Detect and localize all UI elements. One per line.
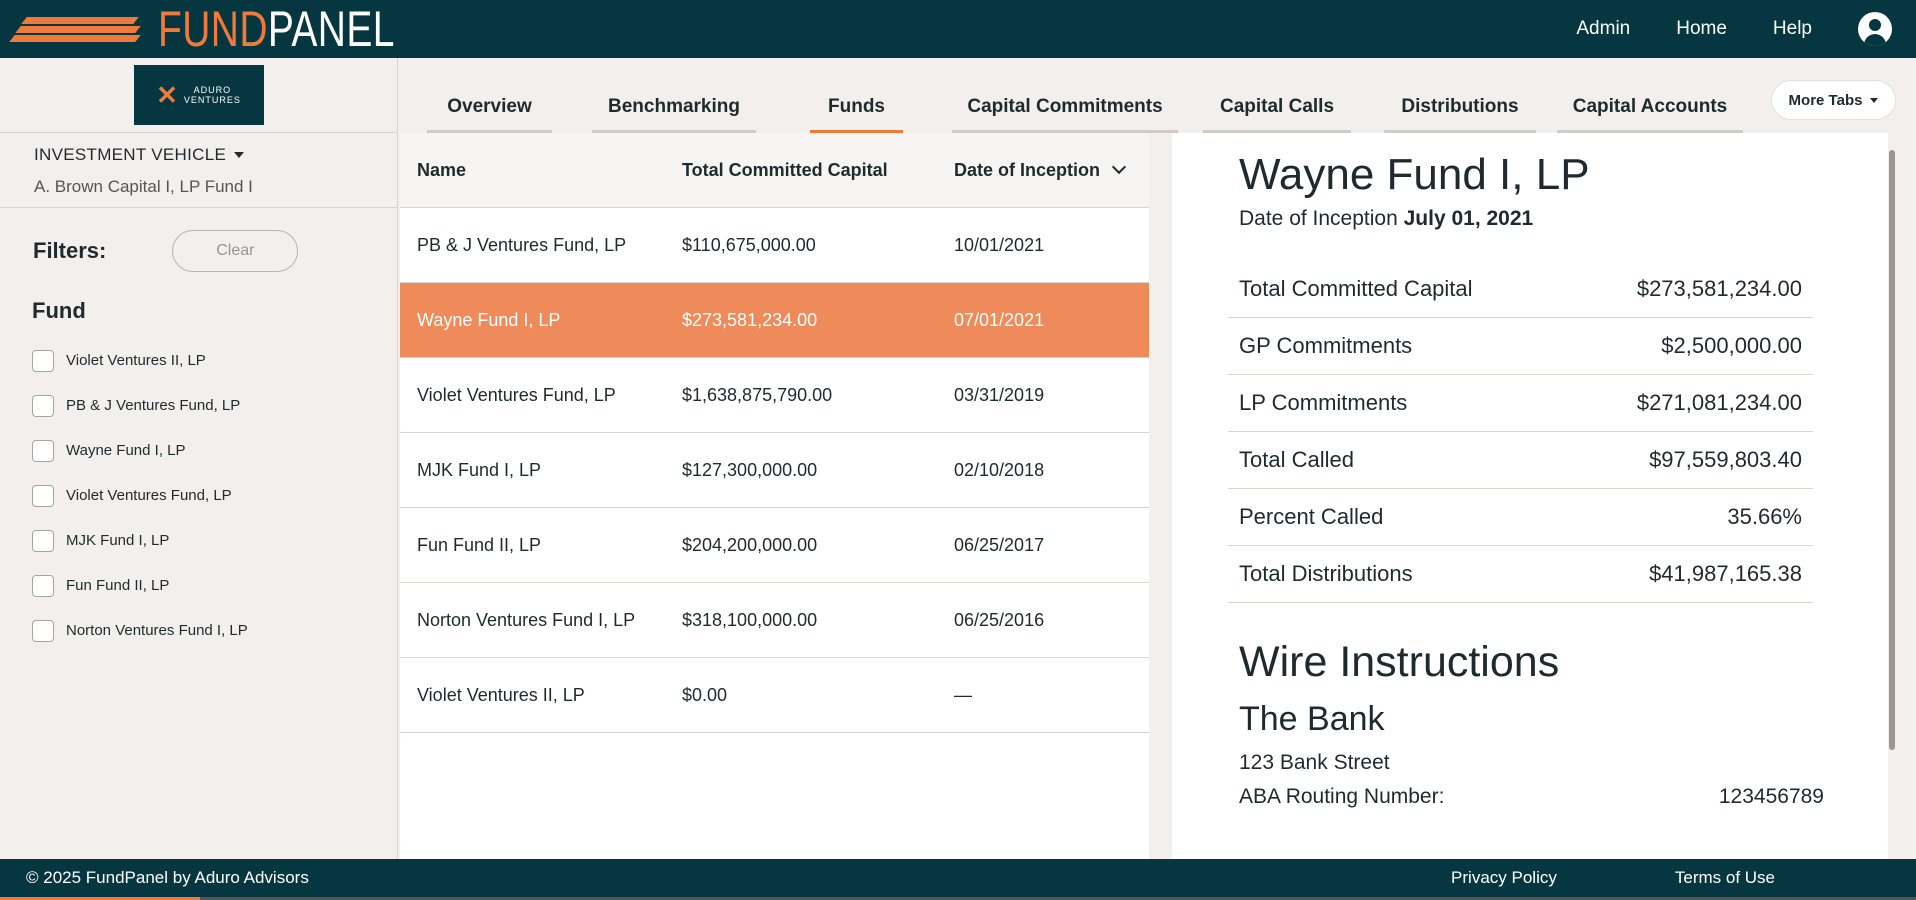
filters-row: Filters: Clear	[0, 208, 397, 272]
fund-filter-item[interactable]: MJK Fund I, LP	[32, 518, 397, 563]
fund-metrics: Total Committed Capital $273,581,234.00 G…	[1228, 261, 1813, 603]
fund-filter-checkbox[interactable]	[32, 484, 54, 507]
fund-filter-checkbox[interactable]	[32, 394, 54, 417]
nav-home-link[interactable]: Home	[1676, 18, 1727, 40]
details-scrollbar-thumb[interactable]	[1889, 150, 1895, 750]
fund-filter-item[interactable]: PB & J Ventures Fund, LP	[32, 383, 397, 428]
sidebar: ✕ ADURO VENTURES INVESTMENT VEHICLE A. Br…	[0, 58, 398, 859]
wire-instructions-heading: Wire Instructions	[1239, 638, 1560, 686]
fund-filter-heading: Fund	[32, 298, 86, 323]
fund-filter-item[interactable]: Wayne Fund I, LP	[32, 428, 397, 473]
fund-filter-list: Violet Ventures II, LP PB & J Ventures F…	[0, 324, 397, 653]
bank-name: The Bank	[1239, 700, 1385, 738]
client-logo: ✕ ADURO VENTURES	[133, 65, 264, 125]
inception-line: Date of Inception July 01, 2021	[1239, 207, 1534, 230]
table-row[interactable]: PB & J Ventures Fund, LP $110,675,000.00…	[400, 208, 1149, 283]
more-tabs-button[interactable]: More Tabs	[1771, 80, 1896, 120]
fundpanel-logo[interactable]: FUNDPANEL	[0, 0, 462, 58]
user-circle-icon[interactable]	[1858, 12, 1892, 46]
table-header: Name Total Committed Capital Date of Inc…	[400, 133, 1149, 208]
investment-vehicle-value: A. Brown Capital I, LP Fund I	[34, 177, 253, 196]
clear-filters-button[interactable]: Clear	[172, 230, 299, 272]
tab-distributions[interactable]: Distributions	[1384, 96, 1536, 133]
privacy-policy-link[interactable]: Privacy Policy	[1451, 868, 1557, 888]
fund-filter-item[interactable]: Violet Ventures II, LP	[32, 338, 397, 383]
panel-divider	[1149, 133, 1172, 859]
terms-of-use-link[interactable]: Terms of Use	[1675, 868, 1775, 888]
table-row[interactable]: MJK Fund I, LP $127,300,000.00 02/10/201…	[400, 433, 1149, 508]
bank-street: 123 Bank Street	[1239, 751, 1390, 774]
tab-capital-commitments[interactable]: Capital Commitments	[952, 96, 1178, 133]
nav-help-link[interactable]: Help	[1773, 18, 1812, 40]
fund-filter-item[interactable]: Violet Ventures Fund, LP	[32, 473, 397, 518]
top-nav: Admin Home Help	[1576, 0, 1916, 58]
logo-stripes-icon	[6, 12, 141, 46]
metric-row: Total Committed Capital $273,581,234.00	[1228, 261, 1813, 318]
logo-wordmark: FUNDPANEL	[158, 1, 395, 57]
metric-row: Percent Called 35.66%	[1228, 489, 1813, 546]
header-total-committed[interactable]: Total Committed Capital	[682, 160, 888, 181]
tab-overview[interactable]: Overview	[427, 96, 552, 133]
fund-filter-item[interactable]: Norton Ventures Fund I, LP	[32, 608, 397, 653]
metric-row: GP Commitments $2,500,000.00	[1228, 318, 1813, 375]
footer-copyright: © 2025 FundPanel by Aduro Advisors	[26, 868, 309, 887]
fund-filter-checkbox[interactable]	[32, 619, 54, 642]
tab-benchmarking[interactable]: Benchmarking	[592, 96, 756, 133]
metric-row: Total Distributions $41,987,165.38	[1228, 546, 1813, 603]
fund-title: Wayne Fund I, LP	[1239, 150, 1590, 199]
aduro-mark-icon: ✕	[156, 80, 178, 110]
investment-vehicle-selector[interactable]: INVESTMENT VEHICLE A. Brown Capital I, L…	[0, 133, 397, 208]
header-date-of-inception[interactable]: Date of Inception	[954, 159, 1127, 181]
table-row-selected[interactable]: Wayne Fund I, LP $273,581,234.00 07/01/2…	[400, 283, 1149, 358]
tab-capital-accounts[interactable]: Capital Accounts	[1557, 96, 1743, 133]
caret-down-icon	[234, 152, 245, 158]
client-logo-area: ✕ ADURO VENTURES	[0, 58, 397, 133]
fund-filter-checkbox[interactable]	[32, 574, 54, 597]
caret-down-icon	[1870, 97, 1879, 103]
nav-admin-link[interactable]: Admin	[1576, 18, 1630, 40]
fund-filter-item[interactable]: Fun Fund II, LP	[32, 563, 397, 608]
metric-row: LP Commitments $271,081,234.00	[1228, 375, 1813, 432]
aba-routing-row: ABA Routing Number: 123456789	[1239, 785, 1824, 808]
fund-filter-checkbox[interactable]	[32, 529, 54, 552]
fund-filter-checkbox[interactable]	[32, 349, 54, 372]
tab-funds[interactable]: Funds	[810, 96, 903, 133]
sort-chevron-down-icon	[1111, 159, 1127, 175]
tab-capital-calls[interactable]: Capital Calls	[1203, 96, 1351, 133]
fund-filter-checkbox[interactable]	[32, 439, 54, 462]
header-name[interactable]: Name	[417, 160, 466, 181]
fund-details-panel: Wayne Fund I, LP Date of Inception July …	[1172, 133, 1888, 859]
filters-label: Filters:	[33, 238, 107, 263]
table-row[interactable]: Violet Ventures Fund, LP $1,638,875,790.…	[400, 358, 1149, 433]
tabs-bar: Overview Benchmarking Funds Capital Comm…	[399, 58, 1916, 133]
funds-table: Name Total Committed Capital Date of Inc…	[400, 133, 1149, 859]
top-bar: FUNDPANEL Admin Home Help	[0, 0, 1916, 58]
metric-row: Total Called $97,559,803.40	[1228, 432, 1813, 489]
table-row[interactable]: Violet Ventures II, LP $0.00 —	[400, 658, 1149, 733]
table-row[interactable]: Fun Fund II, LP $204,200,000.00 06/25/20…	[400, 508, 1149, 583]
table-row[interactable]: Norton Ventures Fund I, LP $318,100,000.…	[400, 583, 1149, 658]
footer: © 2025 FundPanel by Aduro Advisors Priva…	[0, 859, 1916, 897]
